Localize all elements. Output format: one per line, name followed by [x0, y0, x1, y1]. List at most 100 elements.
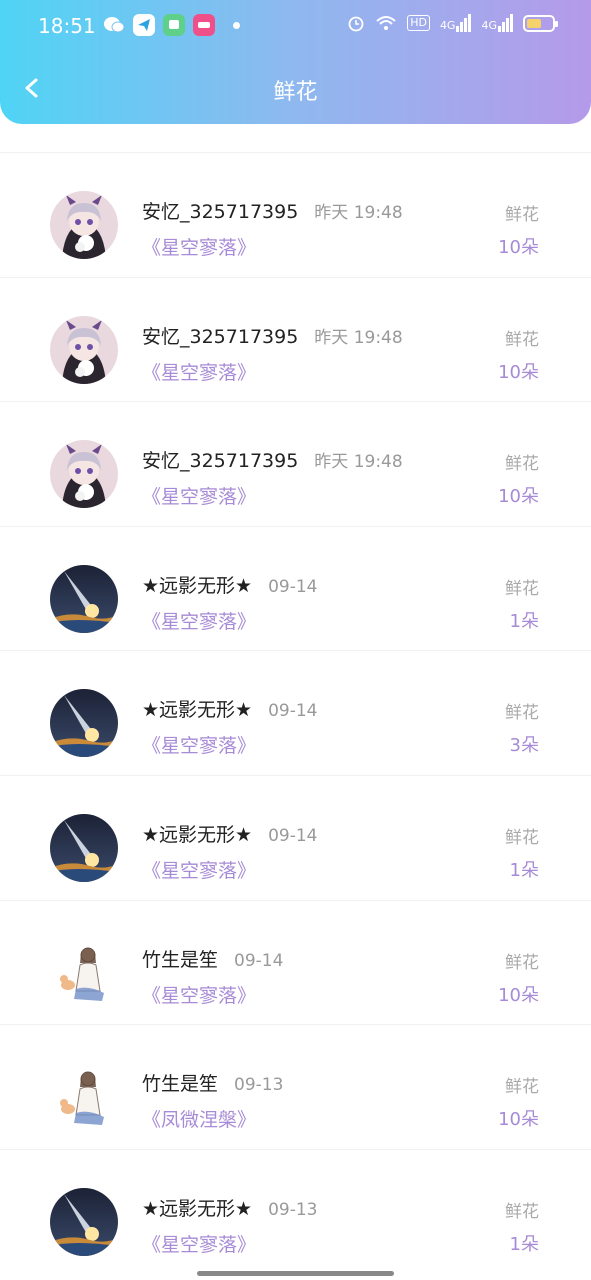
user-name-text: 安忆_325717395: [142, 450, 299, 473]
list-item[interactable]: ★远影无形★ 09-14 《星空寥落》 鲜花 1朵: [0, 774, 591, 900]
chat-app-icon: [163, 14, 185, 36]
avatar[interactable]: [50, 813, 118, 882]
gift-date: 昨天 19:48: [314, 203, 403, 223]
gift-type: 鲜花: [505, 578, 539, 599]
shopping-app-icon: [193, 14, 215, 36]
book-title[interactable]: 《星空寥落》: [142, 358, 256, 385]
gift-type: 鲜花: [505, 1077, 539, 1098]
list-item[interactable]: ★远影无形★ 09-13 《星空寥落》 鲜花 1朵: [0, 1148, 591, 1274]
user-name-text: 竹生是笙: [142, 1073, 219, 1096]
battery-icon: [523, 14, 558, 32]
row-divider: [0, 525, 591, 527]
row-divider: [0, 650, 591, 652]
gift-count: 10朵: [498, 1109, 539, 1131]
user-name-text: ★远影无形★: [142, 823, 253, 846]
gift-date: 昨天 19:48: [314, 452, 403, 473]
avatar[interactable]: [50, 689, 118, 758]
avatar[interactable]: [50, 1063, 118, 1132]
telegram-icon: [133, 14, 155, 36]
gift-record-list: 安忆_325717395 昨天 19:48 《星空寥落》 鲜花 10朵 安忆_325717…: [0, 152, 591, 1273]
wifi-icon: [376, 16, 396, 30]
gift-date: 09-14: [268, 701, 318, 722]
user-name[interactable]: 竹生是笙 09-13: [142, 1069, 283, 1096]
gift-count: 10朵: [498, 984, 539, 1006]
book-title[interactable]: 《星空寥落》: [142, 731, 256, 758]
gift-count: 1朵: [509, 610, 539, 632]
gift-count: 1朵: [509, 1233, 539, 1255]
gift-type: 鲜花: [505, 827, 539, 848]
row-divider: [0, 774, 591, 776]
signal-icon-2: 4G: [481, 14, 513, 32]
row-divider: [0, 1148, 591, 1150]
avatar[interactable]: [50, 191, 118, 259]
notification-icons: [103, 14, 240, 36]
avatar[interactable]: [50, 564, 118, 633]
gift-date: 09-13: [234, 1075, 284, 1096]
gift-count: 10朵: [498, 237, 539, 258]
avatar[interactable]: [50, 938, 118, 1007]
gift-count: 3朵: [509, 735, 539, 757]
gift-date: 09-13: [268, 1199, 318, 1220]
user-name-text: ★远影无形★: [142, 699, 253, 722]
list-item[interactable]: 安忆_325717395 昨天 19:48 《星空寥落》 鲜花 10朵: [0, 276, 591, 402]
avatar[interactable]: [50, 1187, 118, 1256]
gift-type: 鲜花: [505, 1201, 539, 1222]
signal-icon: 4G: [440, 14, 472, 32]
gift-date: 09-14: [268, 825, 318, 846]
book-title[interactable]: 《星空寥落》: [142, 233, 256, 260]
hd-icon: HD: [407, 15, 430, 31]
book-title[interactable]: 《凤微涅槃》: [142, 1105, 256, 1132]
avatar[interactable]: [50, 440, 118, 509]
list-item[interactable]: ★远影无形★ 09-14 《星空寥落》 鲜花 1朵: [0, 525, 591, 651]
user-name-text: 竹生是笙: [142, 948, 219, 971]
row-divider: [0, 899, 591, 901]
home-indicator[interactable]: [197, 1271, 394, 1276]
avatar[interactable]: [50, 315, 118, 384]
book-title[interactable]: 《星空寥落》: [142, 482, 256, 509]
user-name[interactable]: ★远影无形★ 09-13: [142, 1194, 317, 1221]
list-item[interactable]: 竹生是笙 09-14 《星空寥落》 鲜花 10朵: [0, 899, 591, 1025]
list-item[interactable]: 竹生是笙 09-13 《凤微涅槃》 鲜花 10朵: [0, 1024, 591, 1149]
header-bar: 18:51 HD 4G 4G 鲜花: [0, 0, 591, 124]
gift-count: 10朵: [498, 486, 539, 508]
wechat-icon: [103, 14, 125, 36]
user-name[interactable]: 安忆_325717395 昨天 19:48: [142, 197, 403, 224]
user-name[interactable]: ★远影无形★ 09-14: [142, 571, 317, 598]
user-name[interactable]: 安忆_325717395 昨天 19:48: [142, 322, 403, 349]
user-name[interactable]: ★远影无形★ 09-14: [142, 695, 317, 722]
system-icons: HD 4G 4G: [347, 14, 558, 32]
status-bar: 18:51 HD 4G 4G: [0, 0, 591, 52]
user-name[interactable]: 竹生是笙 09-14: [142, 945, 283, 972]
row-divider: [0, 152, 591, 153]
gift-count: 1朵: [509, 859, 539, 881]
gift-date: 昨天 19:48: [314, 327, 403, 348]
row-divider: [0, 1024, 591, 1026]
list-item[interactable]: ★远影无形★ 09-14 《星空寥落》 鲜花 3朵: [0, 650, 591, 775]
gift-type: 鲜花: [505, 703, 539, 724]
gift-type: 鲜花: [505, 329, 539, 350]
list-item[interactable]: 安忆_325717395 昨天 19:48 《星空寥落》 鲜花 10朵: [0, 152, 591, 277]
gift-type: 鲜花: [505, 952, 539, 973]
gift-date: 09-14: [268, 576, 318, 597]
book-title[interactable]: 《星空寥落》: [142, 981, 256, 1008]
alarm-icon: [348, 16, 364, 32]
user-name-text: ★远影无形★: [142, 1197, 253, 1220]
book-title[interactable]: 《星空寥落》: [142, 1230, 256, 1257]
status-time: 18:51: [38, 14, 96, 38]
row-divider: [0, 401, 591, 403]
page-title: 鲜花: [273, 80, 318, 105]
gift-type: 鲜花: [505, 454, 539, 475]
user-name-text: 安忆_325717395: [142, 201, 299, 223]
user-name[interactable]: ★远影无形★ 09-14: [142, 820, 317, 847]
user-name[interactable]: 安忆_325717395 昨天 19:48: [142, 446, 403, 473]
user-name-text: 安忆_325717395: [142, 325, 299, 348]
row-divider: [0, 276, 591, 278]
gift-date: 09-14: [234, 950, 284, 971]
user-name-text: ★远影无形★: [142, 574, 253, 597]
gift-count: 10朵: [498, 361, 539, 383]
more-notifications-dot: [233, 21, 240, 29]
book-title[interactable]: 《星空寥落》: [142, 856, 256, 883]
signal-label-2: 4G: [481, 19, 497, 32]
list-item[interactable]: 安忆_325717395 昨天 19:48 《星空寥落》 鲜花 10朵: [0, 401, 591, 526]
book-title[interactable]: 《星空寥落》: [142, 607, 256, 634]
